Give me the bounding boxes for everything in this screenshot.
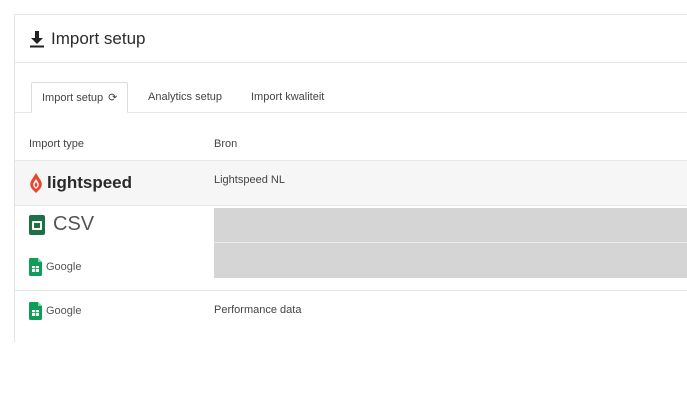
csv-label: CSV (53, 213, 95, 235)
row-source: Lightspeed NL (214, 174, 285, 186)
import-setup-panel: Import setup Import setup ⟳ Analytics set… (14, 14, 687, 342)
page-title: Import setup (51, 28, 146, 48)
table-header: Import type Bron (15, 127, 687, 161)
tab-analytics-setup[interactable]: Analytics setup (138, 82, 232, 112)
panel-header: Import setup (15, 15, 687, 63)
redacted-source-block (214, 208, 687, 278)
lightspeed-flame-icon (30, 173, 42, 193)
google-sheets-icon (29, 258, 42, 276)
tab-label: Import kwaliteit (251, 91, 325, 103)
lightspeed-logo: lightspeed (29, 173, 132, 193)
tab-label: Import setup (42, 92, 104, 104)
google-label: Google (46, 305, 82, 317)
row-divider (214, 242, 687, 243)
table-row[interactable]: Google Performance data (15, 292, 687, 338)
lightspeed-wordmark: lightspeed (47, 173, 133, 192)
tab-bar: Import setup ⟳ Analytics setup Import kwa… (15, 79, 687, 113)
column-header-import-type: Import type (29, 138, 85, 150)
csv-logo: CSV (29, 213, 94, 236)
sync-icon[interactable]: ⟳ (108, 83, 117, 113)
google-sheets-logo: Google (29, 302, 81, 320)
tab-import-kwaliteit[interactable]: Import kwaliteit (241, 82, 334, 112)
csv-file-icon (29, 214, 45, 235)
row-source: Performance data (214, 304, 302, 316)
download-icon (30, 30, 44, 47)
google-sheets-logo: Google (29, 258, 81, 276)
tab-import-setup[interactable]: Import setup ⟳ (31, 82, 129, 113)
table-row[interactable]: lightspeed Lightspeed NL (15, 161, 687, 206)
google-label: Google (46, 261, 82, 273)
tab-label: Analytics setup (148, 91, 222, 103)
google-sheets-icon (29, 302, 42, 320)
column-header-bron: Bron (214, 138, 238, 150)
